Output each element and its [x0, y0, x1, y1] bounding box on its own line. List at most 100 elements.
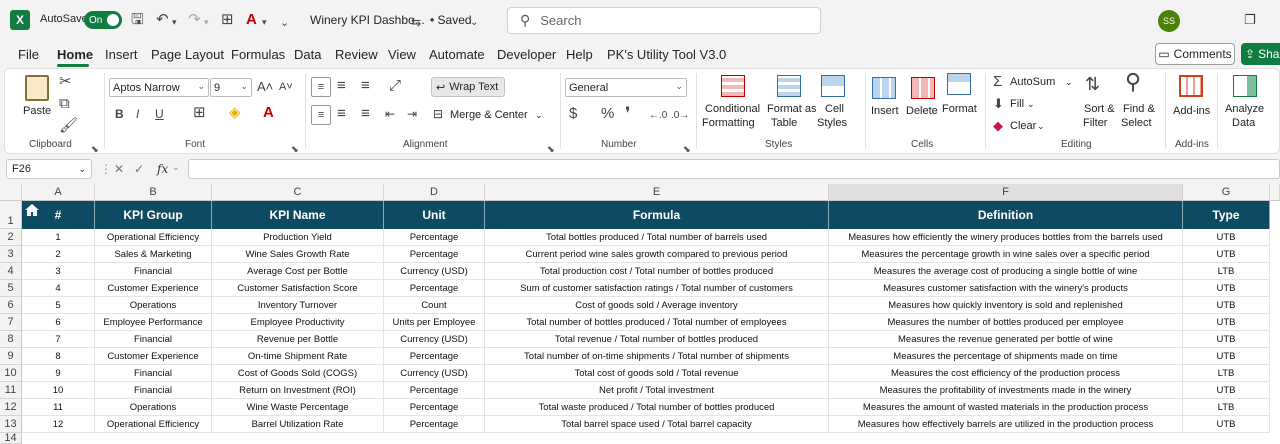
delete-cells-button[interactable]: Delete — [906, 105, 938, 118]
table-cell[interactable]: Revenue per Bottle — [212, 331, 384, 348]
row-header-5[interactable]: 5 — [0, 280, 22, 297]
table-cell[interactable]: 4 — [22, 280, 95, 297]
row-header-2[interactable]: 2 — [0, 229, 22, 246]
copy-icon[interactable]: ⧉ — [59, 95, 70, 113]
table-cell[interactable]: Average Cost per Bottle — [212, 263, 384, 280]
table-cell[interactable]: Measures the cost efficiency of the prod… — [829, 365, 1183, 382]
table-cell[interactable]: Total cost of goods sold / Total revenue — [485, 365, 829, 382]
decrease-decimal-icon[interactable]: .0→ — [671, 107, 689, 125]
column-header-partial[interactable] — [1270, 184, 1280, 201]
table-cell[interactable]: Operations — [95, 297, 212, 314]
autosum-dropdown-icon[interactable]: ⌄ — [1065, 76, 1073, 89]
increase-indent-icon[interactable]: ⇥ — [407, 105, 417, 123]
table-cell[interactable]: Measures the revenue generated per bottl… — [829, 331, 1183, 348]
saved-status[interactable]: • Saved — [430, 13, 472, 27]
format-painter-icon[interactable]: 🖌 — [59, 117, 78, 135]
table-cell[interactable]: Total number of on-time shipments / Tota… — [485, 348, 829, 365]
cell-styles-line1[interactable]: Cell — [825, 103, 844, 116]
table-cell[interactable]: Net profit / Total investment — [485, 382, 829, 399]
table-cell[interactable]: 1 — [22, 229, 95, 246]
table-cell[interactable]: Operational Efficiency — [95, 229, 212, 246]
table-cell[interactable]: Cost of goods sold / Average inventory — [485, 297, 829, 314]
sort-filter-line2[interactable]: Filter — [1083, 117, 1107, 130]
wrap-text-button[interactable]: ↩ Wrap Text — [431, 77, 505, 97]
row-header-7[interactable]: 7 — [0, 314, 22, 331]
align-top-icon[interactable]: ≡ — [311, 77, 331, 97]
tab-automate[interactable]: Automate — [429, 47, 485, 62]
table-cell[interactable]: 2 — [22, 246, 95, 263]
clear-button[interactable]: Clear — [1010, 120, 1036, 133]
format-as-table-line2[interactable]: Table — [771, 117, 797, 130]
table-cell[interactable]: LTB — [1183, 365, 1270, 382]
merge-center-icon[interactable]: ⊟ — [433, 105, 443, 123]
fill-button[interactable]: Fill — [1010, 98, 1024, 111]
table-cell[interactable]: Units per Employee — [384, 314, 485, 331]
table-cell[interactable]: Inventory Turnover — [212, 297, 384, 314]
column-header-g[interactable]: G — [1183, 184, 1270, 201]
tab-insert[interactable]: Insert — [105, 47, 138, 62]
increase-decimal-icon[interactable]: ←.0 — [649, 107, 667, 125]
align-right-icon[interactable]: ≡ — [361, 105, 370, 123]
tab-pk-utility[interactable]: PK's Utility Tool V3.0 — [607, 47, 726, 62]
table-cell[interactable]: 7 — [22, 331, 95, 348]
borders-icon[interactable]: ⊞ — [221, 10, 234, 30]
table-header-cell[interactable]: KPI Group — [95, 201, 212, 229]
row-header-10[interactable]: 10 — [0, 365, 22, 382]
table-cell[interactable]: Measures how quickly inventory is sold a… — [829, 297, 1183, 314]
table-cell[interactable]: Percentage — [384, 416, 485, 433]
cell-styles-line2[interactable]: Styles — [817, 117, 847, 130]
table-cell[interactable]: Measures the amount of wasted materials … — [829, 399, 1183, 416]
table-cell[interactable]: Percentage — [384, 280, 485, 297]
find-select-line2[interactable]: Select — [1121, 117, 1152, 130]
table-cell[interactable]: Percentage — [384, 382, 485, 399]
align-bottom-icon[interactable]: ≡ — [361, 77, 370, 95]
autosum-icon[interactable]: Σ — [993, 73, 1002, 91]
worksheet-grid[interactable]: A B C D E F G 1 2 3 4 5 6 7 8 9 10 11 12 13 14 # KPI Group KPI … — [0, 184, 1280, 444]
font-launcher-icon[interactable]: ⬊ — [291, 140, 299, 158]
table-cell[interactable]: Total waste produced / Total number of b… — [485, 399, 829, 416]
table-cell[interactable]: 9 — [22, 365, 95, 382]
table-header-cell[interactable]: KPI Name — [212, 201, 384, 229]
row-header-8[interactable]: 8 — [0, 331, 22, 348]
table-cell[interactable]: Cost of Goods Sold (COGS) — [212, 365, 384, 382]
table-cell[interactable]: Total bottles produced / Total number of… — [485, 229, 829, 246]
user-avatar[interactable]: SS — [1158, 10, 1180, 32]
table-header-cell[interactable]: Type — [1183, 201, 1270, 229]
table-cell[interactable]: Wine Sales Growth Rate — [212, 246, 384, 263]
column-header-e[interactable]: E — [485, 184, 829, 201]
table-cell[interactable]: Measures the percentage of shipments mad… — [829, 348, 1183, 365]
font-color-icon[interactable]: A — [263, 104, 274, 122]
table-cell[interactable]: Operational Efficiency — [95, 416, 212, 433]
table-cell[interactable]: Total number of bottles produced / Total… — [485, 314, 829, 331]
table-cell[interactable]: Production Yield — [212, 229, 384, 246]
font-name-select[interactable]: Aptos Narrow ⌄ — [109, 78, 209, 97]
enter-icon[interactable]: ✓ — [134, 162, 144, 176]
table-cell[interactable]: Percentage — [384, 246, 485, 263]
cancel-icon[interactable]: ✕ — [114, 162, 124, 176]
table-cell[interactable]: Financial — [95, 263, 212, 280]
table-cell[interactable]: Measures the number of bottles produced … — [829, 314, 1183, 331]
search-box[interactable]: ⚲ Search — [507, 7, 821, 34]
table-cell[interactable]: Total revenue / Total number of bottles … — [485, 331, 829, 348]
increase-font-icon[interactable]: A˄ — [257, 78, 273, 96]
table-cell[interactable]: 11 — [22, 399, 95, 416]
table-cell[interactable]: UTB — [1183, 246, 1270, 263]
saved-dropdown-icon[interactable]: ⌄ — [470, 13, 478, 33]
row-header-1[interactable]: 1 — [0, 201, 22, 229]
clipboard-launcher-icon[interactable]: ⬊ — [91, 140, 99, 158]
table-cell[interactable]: 12 — [22, 416, 95, 433]
number-launcher-icon[interactable]: ⬊ — [683, 140, 691, 158]
row-header-4[interactable]: 4 — [0, 263, 22, 280]
column-header-a[interactable]: A — [22, 184, 95, 201]
tab-file[interactable]: File — [18, 47, 39, 62]
name-box[interactable]: F26 ⌄ — [6, 159, 92, 179]
fill-icon[interactable]: ⬇ — [993, 95, 1004, 113]
table-cell[interactable]: Measures how efficiently the winery prod… — [829, 229, 1183, 246]
table-cell[interactable]: 8 — [22, 348, 95, 365]
table-cell[interactable]: LTB — [1183, 399, 1270, 416]
format-cells-button[interactable]: Format — [942, 103, 977, 116]
save-icon[interactable]: 🖫 — [131, 10, 144, 30]
format-as-table-line1[interactable]: Format as — [767, 103, 817, 116]
table-cell[interactable]: Customer Experience — [95, 348, 212, 365]
tab-data[interactable]: Data — [294, 47, 321, 62]
